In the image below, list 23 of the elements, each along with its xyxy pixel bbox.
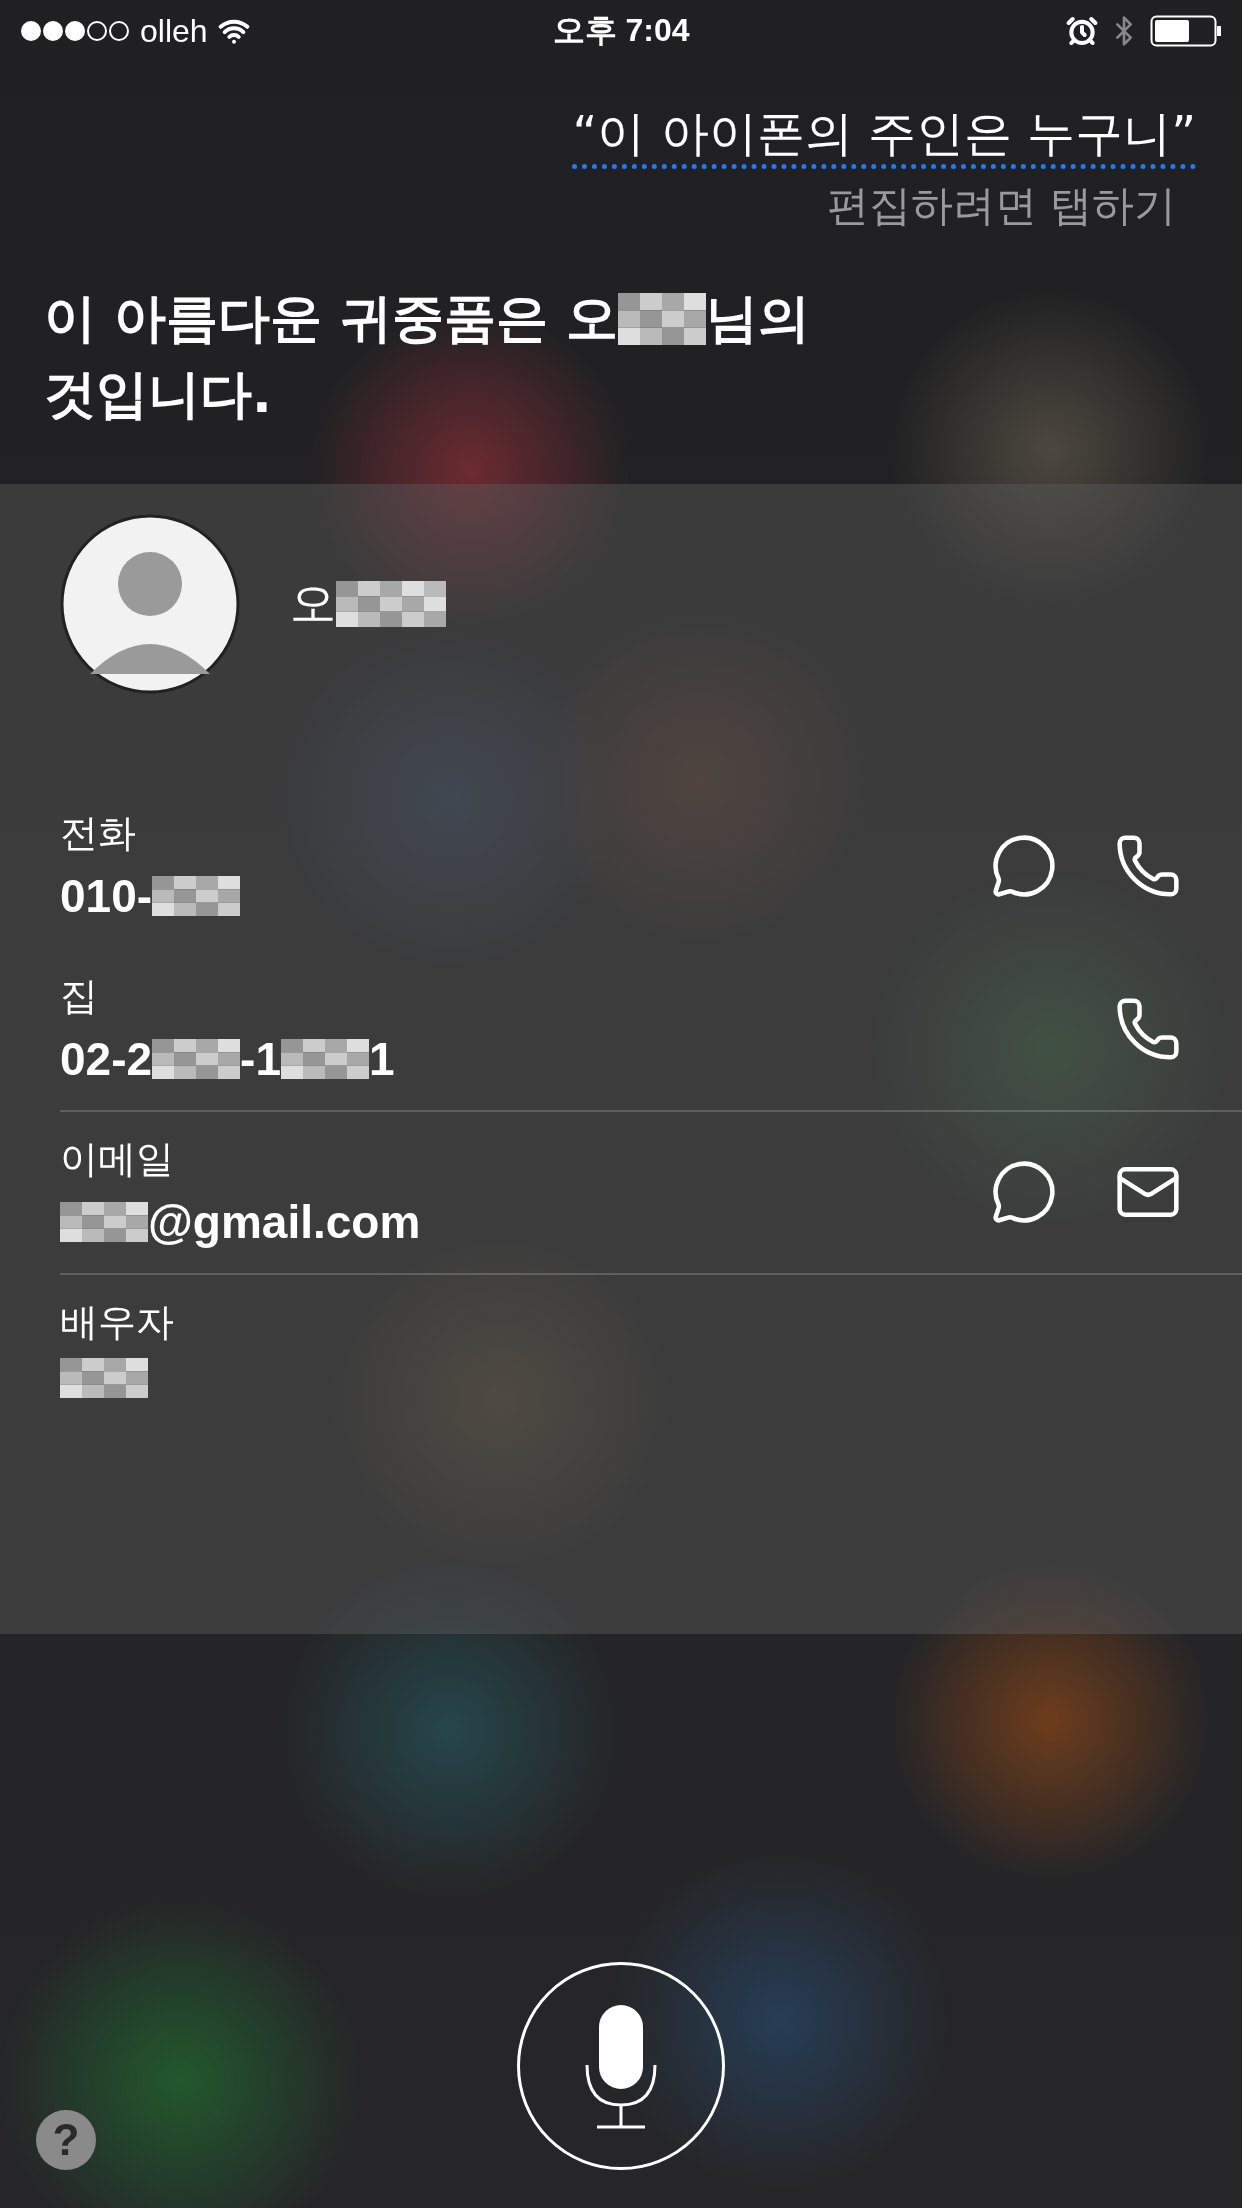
- field-label: 배우자: [60, 1299, 174, 1346]
- help-button[interactable]: ?: [36, 2110, 96, 2170]
- field-label: 이메일: [60, 1136, 175, 1183]
- field-value: 010-: [60, 869, 153, 923]
- field-label: 집: [60, 973, 99, 1020]
- alarm-icon: [1066, 15, 1098, 47]
- status-time: 오후 7:04: [552, 11, 690, 50]
- field-value: 1: [369, 1032, 395, 1086]
- edit-hint: 편집하려면 탭하기: [826, 180, 1176, 232]
- field-label: 전화: [60, 810, 137, 857]
- answer-text: 님의: [706, 287, 811, 350]
- avatar-icon: [60, 514, 240, 694]
- contact-name: 오: [290, 575, 336, 632]
- field-value: -1: [240, 1032, 281, 1086]
- field-value: @gmail.com: [148, 1195, 421, 1249]
- battery-icon: [1150, 15, 1222, 47]
- answer-text: 것입니다.: [44, 363, 272, 426]
- microphone-button[interactable]: [517, 1962, 725, 2170]
- carrier-name: olleh: [140, 12, 208, 50]
- answer-text: 이 아름다운 귀중품은 오: [44, 287, 619, 350]
- spoken-query[interactable]: “이 아이폰의 주인은 누구니”: [572, 102, 1196, 166]
- field-value: 02-2: [60, 1032, 153, 1086]
- signal-icon: [20, 20, 130, 42]
